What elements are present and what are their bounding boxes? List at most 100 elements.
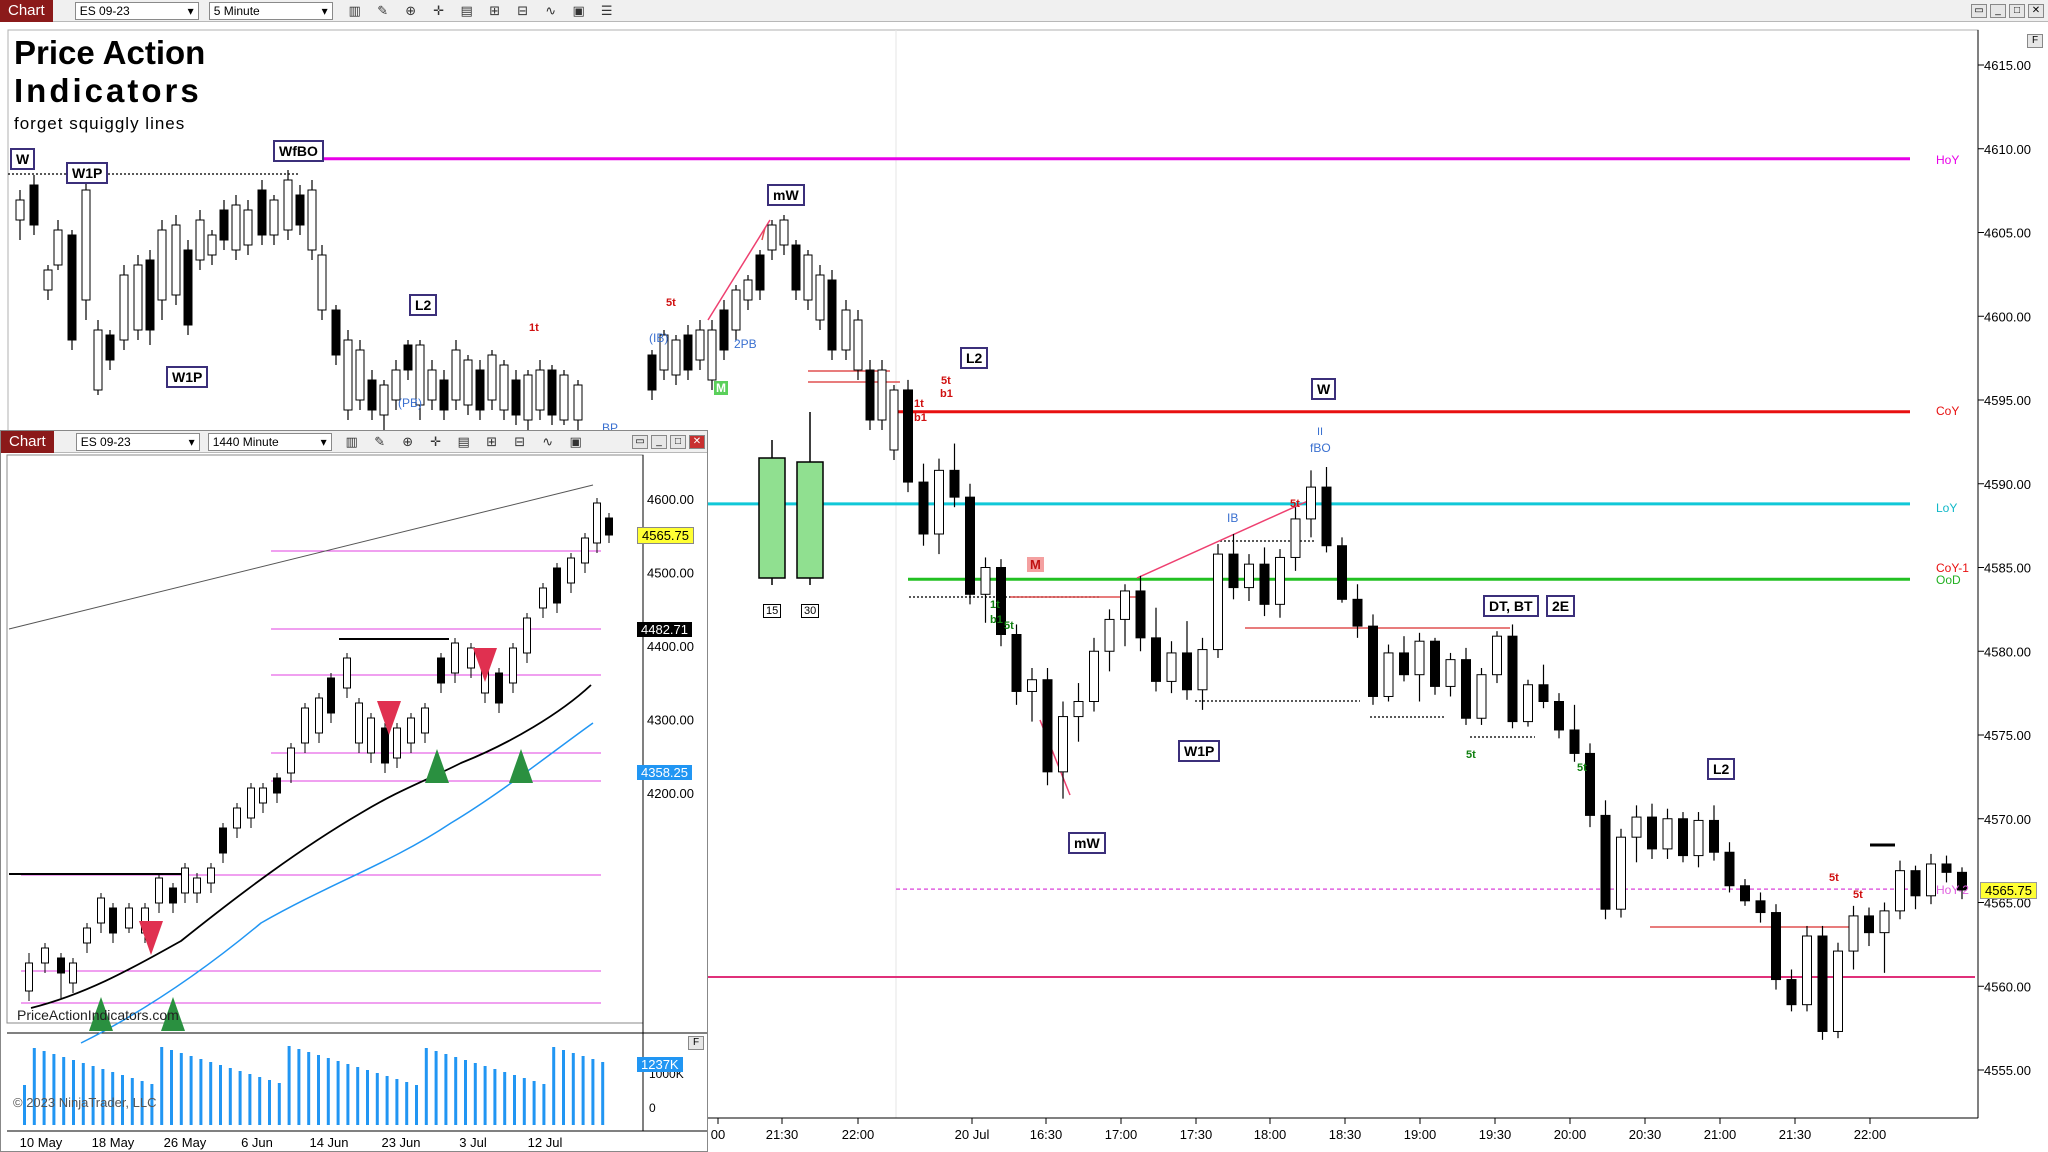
- candle-body: [1135, 590, 1146, 639]
- time-tick-label: 00: [711, 1127, 725, 1142]
- properties-corner-icon[interactable]: F: [2027, 34, 2043, 48]
- left-candle-body: [511, 379, 521, 416]
- ood-label: OoD: [1936, 573, 1961, 587]
- data-box-icon[interactable]: ▣: [568, 434, 584, 450]
- time-tick-label: 18:30: [1329, 1127, 1362, 1142]
- inset-volume-bar: [52, 1054, 56, 1125]
- bar-type-icon[interactable]: ▥: [347, 3, 363, 19]
- restore-icon[interactable]: ▭: [1971, 3, 1987, 18]
- inset-volume-bar: [72, 1060, 75, 1125]
- pencil-icon[interactable]: ✎: [372, 434, 388, 450]
- close-icon[interactable]: ✕: [689, 434, 705, 449]
- inset-candle-body: [523, 617, 531, 654]
- time-tick-label: 19:00: [1404, 1127, 1437, 1142]
- candle-body: [1724, 851, 1735, 887]
- inset-candle-body: [367, 717, 375, 754]
- candle-body: [1631, 816, 1642, 838]
- candle-body: [1802, 935, 1812, 1006]
- inset-volume-bar: [415, 1085, 418, 1125]
- inset-volume-bar: [464, 1060, 467, 1125]
- data-box-icon[interactable]: ▣: [571, 3, 587, 19]
- left-candle-body: [317, 254, 327, 311]
- annotation-b1-b: b1: [914, 412, 927, 424]
- zoom-in-icon[interactable]: ⊕: [403, 3, 419, 19]
- inset-chart-tab[interactable]: Chart: [1, 430, 54, 453]
- inset-volume-bar: [503, 1072, 507, 1125]
- candle-body: [1011, 634, 1022, 692]
- annotation-mw-a: mW: [767, 184, 805, 206]
- inset-volume-bar: [522, 1078, 526, 1125]
- maximize-icon[interactable]: □: [670, 434, 686, 449]
- properties-icon[interactable]: ▤: [456, 434, 472, 450]
- inset-instrument-select[interactable]: ES 09-23 ▾: [75, 432, 200, 451]
- left-candle-body: [157, 229, 167, 301]
- annotation-m-green: M: [714, 381, 728, 395]
- drawing-tools-icon[interactable]: ∿: [540, 434, 556, 450]
- inset-volume-bar: [189, 1056, 193, 1125]
- main-chart-tab[interactable]: Chart: [0, 0, 53, 22]
- time-tick-label: 16:30: [1030, 1127, 1063, 1142]
- inset-volume-bar: [317, 1055, 320, 1125]
- brand-title-line1: Price Action: [14, 34, 206, 71]
- drawing-tools-icon[interactable]: ∿: [543, 3, 559, 19]
- left-candle-body: [43, 269, 53, 291]
- minimize-icon[interactable]: _: [1990, 3, 2006, 18]
- left-candle-body: [269, 199, 279, 236]
- templates-icon[interactable]: ⊞: [484, 434, 500, 450]
- inset-volume-bar: [532, 1081, 536, 1125]
- inset-candle-body: [193, 877, 201, 894]
- inset-price-tick: 4200.00: [647, 786, 694, 801]
- chart-trader-icon[interactable]: ☰: [599, 3, 615, 19]
- minimize-icon[interactable]: _: [651, 434, 667, 449]
- inset-candle-body: [25, 962, 33, 992]
- inset-candle-body: [567, 557, 575, 584]
- candle-body: [1042, 679, 1053, 773]
- candle-body: [1259, 563, 1270, 605]
- strategies-icon[interactable]: ⊟: [512, 434, 528, 450]
- candle-body: [1538, 684, 1549, 702]
- inset-candle-body: [327, 677, 335, 714]
- inset-volume-bar: [454, 1057, 458, 1125]
- inset-volume-bar: [62, 1057, 66, 1125]
- candle-body: [1910, 870, 1921, 897]
- price-tick-label: 4575.00: [1984, 728, 2031, 743]
- crosshair-icon[interactable]: ✛: [428, 434, 444, 450]
- candle-body: [1647, 816, 1657, 850]
- inset-volume-bar: [42, 1051, 46, 1125]
- inset-candle-body: [207, 867, 215, 884]
- strategies-icon[interactable]: ⊟: [515, 3, 531, 19]
- candle-body: [1383, 652, 1394, 697]
- properties-corner-icon[interactable]: F: [688, 1036, 704, 1050]
- templates-icon[interactable]: ⊞: [487, 3, 503, 19]
- restore-icon[interactable]: ▭: [632, 434, 648, 449]
- annotation-b1-green: b1: [990, 614, 1003, 626]
- inset-candle-body: [57, 957, 65, 974]
- crosshair-icon[interactable]: ✛: [431, 3, 447, 19]
- left-candle-body: [355, 349, 365, 401]
- annotation-l2-a: L2: [409, 294, 438, 316]
- bar-type-icon[interactable]: ▥: [344, 434, 360, 450]
- inset-candle-body: [155, 877, 163, 904]
- inset-chart[interactable]: 4600.00 4500.00 4400.00 4300.00 4200.00 10 Ma…: [1, 453, 707, 1151]
- pencil-icon[interactable]: ✎: [375, 3, 391, 19]
- close-icon[interactable]: ✕: [2028, 3, 2044, 18]
- properties-icon[interactable]: ▤: [459, 3, 475, 19]
- left-candle-body: [207, 234, 217, 256]
- inset-candle-body: [355, 702, 363, 744]
- left-candle-body: [547, 369, 557, 416]
- left-candle-body: [647, 354, 657, 391]
- inset-price-tick: 4600.00: [647, 492, 694, 507]
- candle-body: [1321, 486, 1332, 547]
- annotation-pb: (PB): [398, 396, 422, 410]
- price-tick-label: 4560.00: [1984, 979, 2031, 994]
- inset-volume-bar: [170, 1050, 173, 1125]
- main-interval-select[interactable]: 5 Minute ▾: [208, 1, 333, 20]
- maximize-icon[interactable]: □: [2009, 3, 2025, 18]
- main-instrument-select[interactable]: ES 09-23 ▾: [74, 1, 199, 20]
- inset-interval-select[interactable]: 1440 Minute ▾: [207, 432, 332, 451]
- annotation-dt-bt: DT, BT: [1483, 595, 1539, 617]
- inset-candle-body: [273, 777, 281, 794]
- candle-body: [1709, 819, 1719, 853]
- annotation-5t-c: 5t: [1290, 498, 1300, 510]
- zoom-in-icon[interactable]: ⊕: [400, 434, 416, 450]
